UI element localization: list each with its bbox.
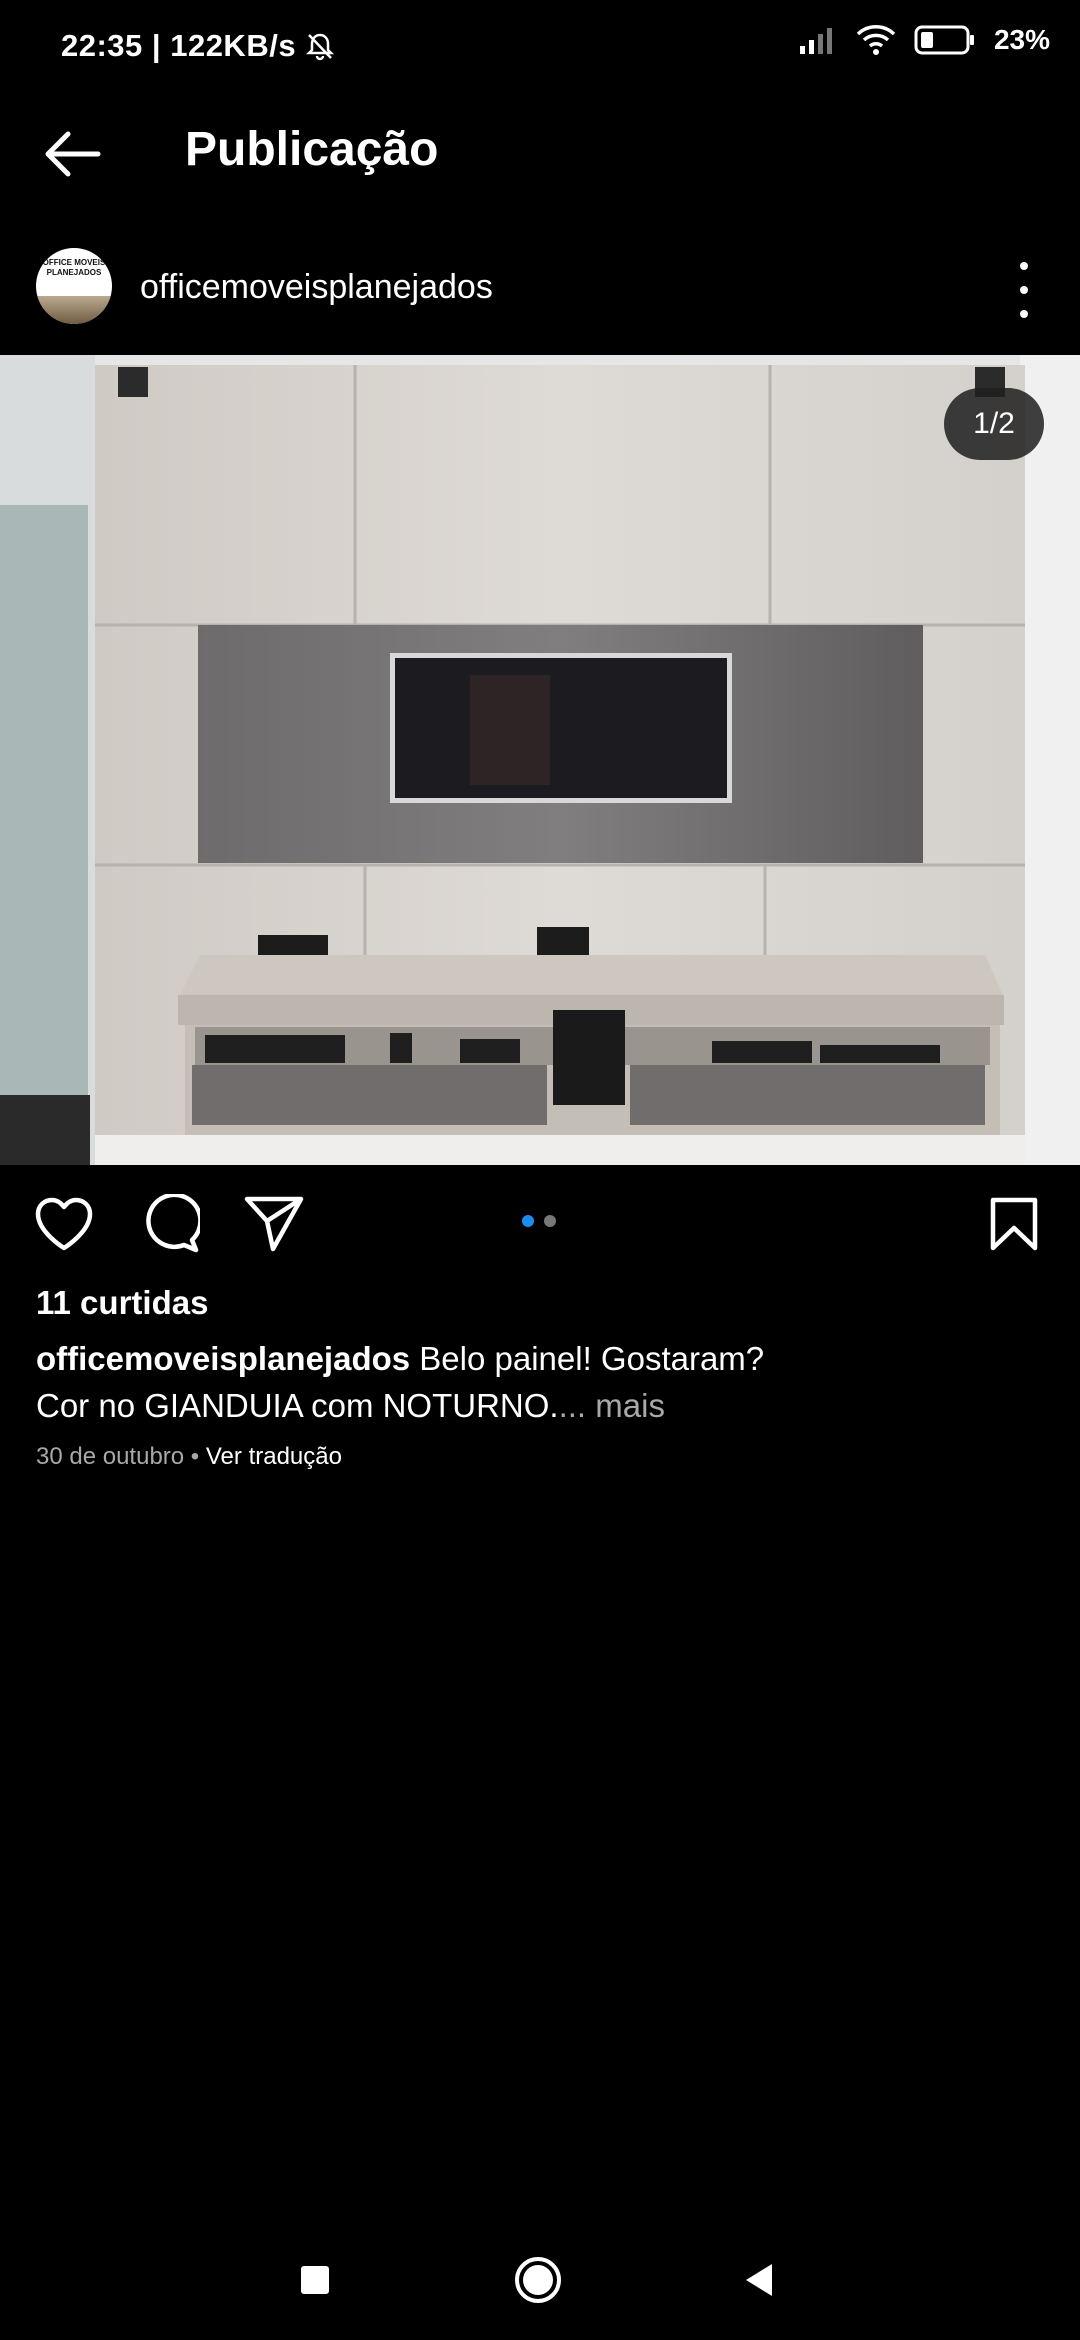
translate-link[interactable]: Ver tradução bbox=[206, 1443, 342, 1470]
meta-separator: • bbox=[184, 1443, 206, 1470]
signal-icon bbox=[799, 28, 832, 54]
more-icon-dot bbox=[1020, 310, 1028, 318]
comment-button[interactable] bbox=[138, 1192, 202, 1256]
likes-count[interactable]: 11 curtidas bbox=[36, 1284, 208, 1322]
recent-apps-button[interactable] bbox=[301, 2266, 329, 2294]
send-icon bbox=[244, 1196, 304, 1252]
bookmark-icon bbox=[990, 1197, 1038, 1251]
avatar[interactable]: OFFICE MOVEIS PLANEJADOS bbox=[36, 248, 112, 324]
post-meta: 30 de outubro • Ver tradução bbox=[36, 1443, 342, 1471]
caption-text-line2: Cor no GIANDUIA com NOTURNO. bbox=[36, 1387, 559, 1424]
mute-icon bbox=[306, 33, 335, 61]
home-button[interactable] bbox=[514, 2256, 562, 2304]
battery-icon bbox=[914, 25, 974, 55]
battery-percent: 23% bbox=[993, 24, 1050, 55]
caption-text-line1: Belo painel! Gostaram? bbox=[419, 1340, 765, 1377]
save-button[interactable] bbox=[982, 1192, 1046, 1256]
nav-back-button[interactable] bbox=[742, 2262, 778, 2298]
like-button[interactable] bbox=[32, 1192, 96, 1256]
wifi-icon bbox=[856, 25, 896, 55]
caption-more-link[interactable]: ... mais bbox=[559, 1387, 665, 1424]
post-username[interactable]: officemoveisplanejados bbox=[140, 268, 493, 307]
arrow-left-icon bbox=[45, 131, 101, 177]
more-icon bbox=[1020, 262, 1028, 270]
carousel-dots bbox=[522, 1215, 556, 1227]
carousel-dot-active bbox=[522, 1215, 534, 1227]
post-image[interactable] bbox=[0, 355, 1080, 1165]
page-title: Publicação bbox=[185, 123, 439, 176]
carousel-dot bbox=[544, 1215, 556, 1227]
comment-icon bbox=[146, 1194, 200, 1253]
more-options-button[interactable] bbox=[1004, 262, 1044, 318]
heart-icon bbox=[35, 1197, 93, 1251]
post-caption[interactable]: officemoveisplanejados Belo painel! Gost… bbox=[36, 1335, 1036, 1429]
status-time: 22:35 | 122KB/s bbox=[61, 28, 335, 64]
tv-panel-photo bbox=[0, 355, 1080, 1165]
status-icons: 23% bbox=[798, 24, 1050, 56]
network-speed: | 122KB/s bbox=[151, 28, 297, 63]
status-bar: 22:35 | 122KB/s 23% bbox=[0, 0, 1080, 96]
post-date: 30 de outubro bbox=[36, 1443, 185, 1470]
more-icon-dot bbox=[1020, 286, 1028, 294]
carousel-page-indicator: 1/2 bbox=[944, 388, 1044, 460]
share-button[interactable] bbox=[242, 1192, 306, 1256]
avatar-logo-text: OFFICE MOVEIS PLANEJADOS bbox=[42, 258, 106, 277]
avatar-photo bbox=[36, 296, 112, 324]
caption-username[interactable]: officemoveisplanejados bbox=[36, 1340, 410, 1377]
back-button[interactable] bbox=[36, 118, 108, 190]
